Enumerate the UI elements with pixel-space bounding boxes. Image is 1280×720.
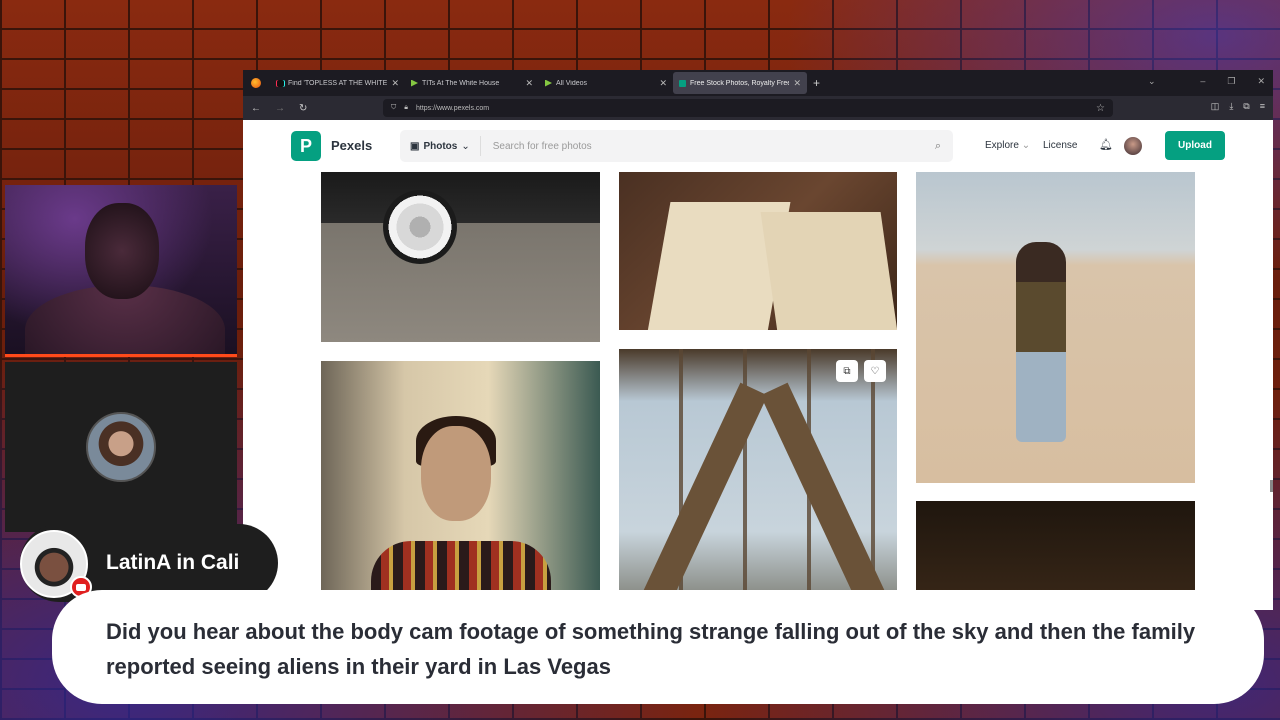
new-tab-icon[interactable]: + xyxy=(813,76,820,90)
brand-name[interactable]: Pexels xyxy=(331,138,372,153)
streamer-webcam xyxy=(5,185,237,357)
minimize-icon[interactable]: – xyxy=(1200,76,1205,87)
bookmark-star-icon[interactable]: ☆ xyxy=(1096,103,1105,114)
close-tab-icon[interactable]: ✕ xyxy=(659,78,667,89)
search-type-dropdown[interactable]: ▣ Photos ⌄ xyxy=(400,136,481,156)
explore-menu[interactable]: Explore ⌄ xyxy=(985,140,1030,151)
tab-label: TITs At The White House xyxy=(422,79,500,87)
chevron-down-icon: ⌄ xyxy=(1021,140,1031,151)
explore-label: Explore xyxy=(985,140,1019,151)
tab-pexels[interactable]: Free Stock Photos, Royalty Free ✕ xyxy=(673,72,807,94)
heart-icon[interactable]: ♡ xyxy=(864,360,886,382)
maximize-icon[interactable]: ❐ xyxy=(1227,76,1235,87)
url-text: https://www.pexels.com xyxy=(415,104,490,112)
tab-rumble-2[interactable]: All Videos ✕ xyxy=(539,72,673,94)
search-bar: ▣ Photos ⌄ Search for free photos ⌕ xyxy=(400,130,953,162)
bell-icon[interactable]: 🔔︎ xyxy=(1099,138,1113,151)
search-type-label: Photos xyxy=(423,140,458,152)
tab-label: Free Stock Photos, Royalty Free xyxy=(690,79,790,87)
guest-panel xyxy=(5,362,237,532)
close-tab-icon[interactable]: ✕ xyxy=(391,78,399,89)
rumble-icon xyxy=(545,79,552,87)
navigation-bar: ← → ↻ ⛉ 🔒︎ https://www.pexels.com ☆ ◫ ⤓ … xyxy=(243,96,1273,120)
pexels-header: P Pexels ▣ Photos ⌄ Search for free phot… xyxy=(243,120,1273,172)
comment-caption: Did you hear about the body cam footage … xyxy=(52,590,1264,704)
list-tabs-icon[interactable]: ⌄ xyxy=(1148,76,1156,87)
image-icon: ▣ xyxy=(410,140,420,152)
tab-tiktok[interactable]: Find 'TOPLESS AT THE WHITE H ✕ xyxy=(271,72,405,94)
collect-icon[interactable]: ⧉ xyxy=(836,360,858,382)
scrollbar[interactable] xyxy=(1270,480,1273,492)
caption-text: Did you hear about the body cam footage … xyxy=(106,619,1196,679)
photo-book[interactable] xyxy=(619,172,897,330)
forward-icon[interactable]: → xyxy=(275,103,285,114)
firefox-icon[interactable] xyxy=(251,78,261,88)
tiktok-icon xyxy=(277,79,284,87)
reload-icon[interactable]: ↻ xyxy=(299,103,307,114)
toolbar-icons: ◫ ⤓ ⧉ ≡ xyxy=(1211,101,1265,112)
back-icon[interactable]: ← xyxy=(251,103,261,114)
download-icon[interactable]: ⤓ xyxy=(1229,101,1233,112)
pexels-logo[interactable]: P xyxy=(291,131,321,161)
browser-window: Find 'TOPLESS AT THE WHITE H ✕ TITs At T… xyxy=(243,70,1273,610)
window-controls: – ❐ ✕ xyxy=(1200,76,1265,87)
license-link[interactable]: License xyxy=(1043,140,1077,151)
photo-desert-woman[interactable] xyxy=(916,172,1195,483)
rumble-icon xyxy=(411,79,418,87)
guest-avatar xyxy=(86,412,156,482)
search-icon[interactable]: ⌕ xyxy=(935,140,941,153)
tab-label: All Videos xyxy=(556,79,588,87)
pexels-icon xyxy=(679,79,686,87)
tab-rumble-1[interactable]: TITs At The White House ✕ xyxy=(405,72,539,94)
tab-label: Find 'TOPLESS AT THE WHITE H xyxy=(288,79,388,87)
user-avatar[interactable] xyxy=(1124,137,1142,155)
close-tab-icon[interactable]: ✕ xyxy=(793,78,801,89)
tab-bar: Find 'TOPLESS AT THE WHITE H ✕ TITs At T… xyxy=(243,70,1273,96)
upload-button[interactable]: Upload xyxy=(1165,131,1225,160)
close-tab-icon[interactable]: ✕ xyxy=(525,78,533,89)
shield-icon[interactable]: ⛉ xyxy=(391,104,396,112)
guest-name: LatinA in Cali xyxy=(106,551,240,574)
address-bar[interactable]: ⛉ 🔒︎ https://www.pexels.com ☆ xyxy=(383,99,1113,117)
pocket-icon[interactable]: ◫ xyxy=(1211,101,1220,112)
photo-woman-portrait[interactable] xyxy=(321,361,600,610)
photo-car[interactable] xyxy=(321,172,600,342)
chevron-down-icon: ⌄ xyxy=(461,140,470,152)
menu-icon[interactable]: ≡ xyxy=(1260,101,1265,112)
extensions-icon[interactable]: ⧉ xyxy=(1243,101,1249,112)
lock-icon[interactable]: 🔒︎ xyxy=(404,104,408,112)
close-window-icon[interactable]: ✕ xyxy=(1257,76,1265,87)
photo-airport-arch[interactable]: ⧉ ♡ xyxy=(619,349,897,610)
search-input[interactable]: Search for free photos xyxy=(481,141,935,152)
